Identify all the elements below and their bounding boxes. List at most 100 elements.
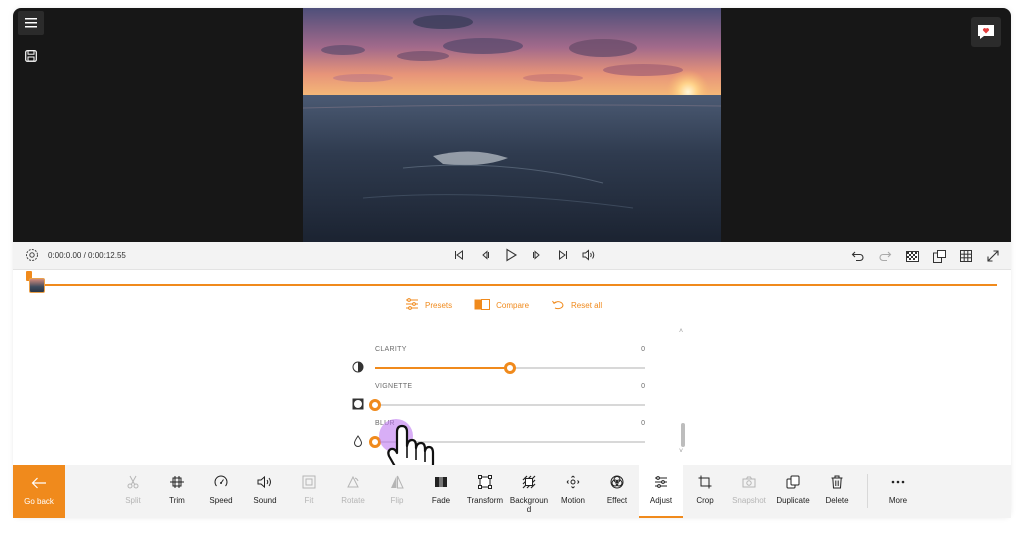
grid-icon[interactable]	[958, 248, 974, 264]
more-label: More	[888, 496, 908, 505]
trim-tool[interactable]: Trim	[155, 465, 199, 518]
vignette-label: VIGNETTE	[375, 383, 413, 390]
effect-icon	[609, 474, 625, 490]
edit-tools: Split Trim Speed Sound Fit Rotate Flip F…	[111, 465, 920, 518]
camera-icon	[741, 474, 757, 490]
adjust-tool[interactable]: Adjust	[639, 465, 683, 518]
trash-icon	[829, 474, 845, 490]
rotate-label: Rotate	[341, 496, 365, 505]
motion-tool[interactable]: Motion	[551, 465, 595, 518]
aspect-ratio-icon[interactable]	[931, 248, 947, 264]
adjust-icon	[653, 474, 669, 490]
clarity-knob[interactable]	[504, 362, 516, 374]
presets-label: Presets	[425, 300, 453, 310]
player-controls-bar: 0:00:0.00 / 0:00:12.55	[13, 242, 1011, 270]
background-icon	[521, 474, 537, 490]
rotate-tool[interactable]: Rotate	[331, 465, 375, 518]
flip-label: Flip	[390, 496, 404, 505]
transport-controls	[451, 247, 597, 263]
effect-label: Effect	[606, 496, 628, 505]
fade-tool[interactable]: Fade	[419, 465, 463, 518]
vignette-knob[interactable]	[369, 399, 381, 411]
adjust-label: Adjust	[649, 496, 673, 505]
trim-icon	[169, 474, 185, 490]
background-label: Backgroun d	[509, 496, 549, 514]
trim-label: Trim	[169, 496, 185, 505]
play-icon[interactable]	[503, 247, 519, 263]
duplicate-tool[interactable]: Duplicate	[771, 465, 815, 518]
drop-icon	[352, 434, 364, 447]
skip-to-end-icon[interactable]	[555, 247, 571, 263]
clarity-fill	[375, 367, 510, 369]
volume-icon[interactable]	[581, 247, 597, 263]
next-frame-icon[interactable]	[529, 247, 545, 263]
presets-icon	[405, 298, 419, 312]
background-tool[interactable]: Backgroun d	[507, 465, 551, 518]
feedback-icon[interactable]	[971, 17, 1001, 47]
redo-icon[interactable]	[877, 248, 893, 264]
go-back-button[interactable]: Go back	[13, 465, 65, 518]
checkerboard-icon[interactable]	[904, 248, 920, 264]
more-tool[interactable]: More	[876, 465, 920, 518]
skip-to-start-icon[interactable]	[451, 247, 467, 263]
speed-label: Speed	[209, 496, 233, 505]
clip-thumbnail[interactable]	[29, 278, 45, 293]
presets-button[interactable]: Presets	[405, 298, 452, 312]
scrollbar-thumb[interactable]	[681, 423, 685, 447]
crop-icon	[697, 474, 713, 490]
snapshot-tool[interactable]: Snapshot	[727, 465, 771, 518]
fit-tool[interactable]: Fit	[287, 465, 331, 518]
fade-icon	[433, 474, 449, 490]
scroll-down-icon[interactable]: ˅	[679, 448, 683, 455]
clarity-label: CLARITY	[375, 346, 407, 353]
split-tool[interactable]: Split	[111, 465, 155, 518]
flip-icon	[389, 474, 405, 490]
go-back-label: Go back	[24, 497, 54, 506]
split-label: Split	[125, 496, 141, 505]
vignette-track[interactable]	[369, 399, 645, 411]
more-dots-icon	[890, 474, 906, 490]
reset-all-label: Reset all	[571, 300, 603, 310]
scissors-icon	[125, 474, 141, 490]
reset-all-button[interactable]: Reset all	[551, 299, 602, 312]
fit-icon	[301, 474, 317, 490]
motion-label: Motion	[560, 496, 585, 505]
crop-label: Crop	[696, 496, 714, 505]
speed-tool[interactable]: Speed	[199, 465, 243, 518]
compare-button[interactable]: Compare	[474, 298, 529, 312]
sound-tool[interactable]: Sound	[243, 465, 287, 518]
fullscreen-icon[interactable]	[985, 248, 1001, 264]
duplicate-icon	[785, 474, 801, 490]
motion-icon	[565, 474, 581, 490]
crop-tool[interactable]: Crop	[683, 465, 727, 518]
adjust-actions-row: Presets Compare Reset all	[405, 298, 602, 312]
undo-icon[interactable]	[850, 248, 866, 264]
video-preview-area	[13, 8, 1011, 242]
compare-icon	[474, 298, 491, 312]
fit-label: Fit	[304, 496, 314, 505]
vignette-icon	[352, 397, 364, 410]
snapshot-label: Snapshot	[732, 496, 766, 505]
transform-tool[interactable]: Transform	[463, 465, 507, 518]
settings-gear-icon[interactable]	[25, 248, 39, 267]
contrast-icon	[352, 360, 364, 373]
previous-frame-icon[interactable]	[477, 247, 493, 263]
duplicate-label: Duplicate	[776, 496, 810, 505]
save-icon[interactable]	[18, 44, 44, 68]
sliders-scrollbar[interactable]: ˄ ˅	[678, 326, 688, 456]
menu-icon[interactable]	[18, 11, 44, 35]
clarity-track[interactable]	[375, 362, 645, 374]
toolbar-divider	[867, 474, 868, 508]
scroll-up-icon[interactable]: ˄	[679, 328, 683, 335]
clarity-value: 0	[641, 346, 645, 353]
transform-icon	[477, 474, 493, 490]
vignette-slider[interactable]: VIGNETTE 0	[350, 375, 660, 411]
video-frame	[303, 8, 721, 242]
effect-tool[interactable]: Effect	[595, 465, 639, 518]
delete-tool[interactable]: Delete	[815, 465, 859, 518]
editor-right-tools	[850, 248, 1001, 264]
flip-tool[interactable]: Flip	[375, 465, 419, 518]
timeline-track[interactable]	[33, 284, 997, 286]
rotate-icon	[345, 474, 361, 490]
clarity-slider[interactable]: CLARITY 0	[350, 338, 660, 374]
